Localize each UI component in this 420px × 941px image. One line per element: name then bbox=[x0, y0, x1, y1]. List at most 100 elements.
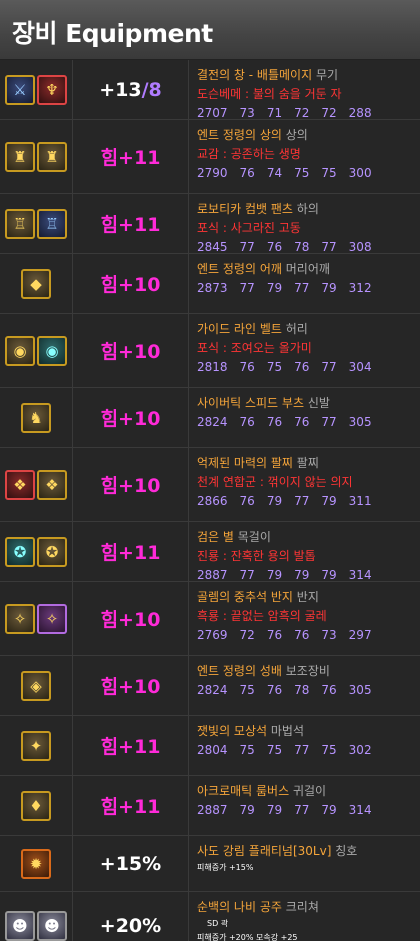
item-slot: 마법석 bbox=[270, 724, 305, 738]
equipment-row[interactable]: ✧ ✧ 힘+10 골렘의 중추석 반지 반지 흑룡 : 끝없는 암흑의 굴레 2769 72… bbox=[0, 582, 420, 656]
enhance-value: 힘+11 bbox=[100, 214, 161, 236]
equipment-row[interactable]: ✦ 힘+11 잿빛의 모상석 마법석 2804 75 75 77 75 302 bbox=[0, 716, 420, 776]
item-name[interactable]: 억제된 마력의 팔찌 bbox=[197, 456, 293, 470]
item-name[interactable]: 가이드 라인 벨트 bbox=[197, 322, 282, 336]
item-slot: 무기 bbox=[315, 68, 339, 82]
item-name[interactable]: 사도 강림 플래티넘[30Lv] bbox=[197, 844, 331, 858]
item-name[interactable]: 아크로매틱 룸버스 bbox=[197, 784, 289, 798]
item-stat-values: 2818 76 75 76 77 304 bbox=[197, 358, 420, 377]
top-armor-alt-icon[interactable]: ♜ bbox=[37, 141, 67, 172]
enhance-value: 힘+10 bbox=[100, 475, 161, 497]
item-name-line: 사이버틱 스피드 부츠 신발 bbox=[197, 394, 420, 413]
stat-value: 76 bbox=[266, 415, 283, 429]
item-name[interactable]: 잿빛의 모상석 bbox=[197, 724, 267, 738]
enhance-value: 힘+11 bbox=[100, 542, 161, 564]
item-name-line: 가이드 라인 벨트 허리 bbox=[197, 320, 420, 339]
equipment-row[interactable]: ♞ 힘+10 사이버틱 스피드 부츠 신발 2824 76 76 76 77 305 bbox=[0, 388, 420, 448]
item-slot: 머리어깨 bbox=[285, 262, 330, 276]
stat-value: 77 bbox=[239, 281, 255, 295]
enhance-stat: 힘+10 bbox=[73, 314, 189, 387]
equipment-row[interactable]: ◉ ◉ 힘+10 가이드 라인 벨트 허리 포식 : 조여오는 올가미 2818 76 75 7… bbox=[0, 314, 420, 388]
equipment-row[interactable]: ⚔ ♆ +13/8 결전의 창 - 배틀메이지 무기 도슨베메 : 불의 숨을 거둔 자… bbox=[0, 60, 420, 120]
enhance-stat: 힘+10 bbox=[73, 448, 189, 521]
item-name-line: 사도 강림 플래티넘[30Lv] 칭호 bbox=[197, 842, 420, 861]
weapon-shield-icon[interactable]: ⚔ bbox=[5, 74, 35, 105]
item-set-effect: 흑룡 : 끝없는 암흑의 굴레 bbox=[197, 609, 327, 623]
item-name[interactable]: 결전의 창 - 배틀메이지 bbox=[197, 68, 312, 82]
item-name[interactable]: 사이버틱 스피드 부츠 bbox=[197, 396, 304, 410]
amplify-value: /8 bbox=[141, 78, 162, 101]
shoulder-icon[interactable]: ◆ bbox=[21, 268, 51, 299]
enhance-stat: 힘+10 bbox=[73, 254, 189, 313]
item-slot: 칭호 bbox=[335, 844, 358, 858]
stat-value: 77 bbox=[321, 240, 337, 254]
ring-alt-icon[interactable]: ✧ bbox=[37, 603, 67, 634]
stat-value: 2804 bbox=[197, 743, 228, 757]
stat-value: 79 bbox=[239, 803, 255, 817]
stat-value: 311 bbox=[348, 494, 372, 508]
item-name[interactable]: 골렘의 중추석 반지 bbox=[197, 590, 293, 604]
stat-value: 79 bbox=[266, 494, 283, 508]
item-name-line: 엔트 정령의 성배 보조장비 bbox=[197, 662, 420, 681]
item-name[interactable]: 로보티카 컴뱃 팬츠 bbox=[197, 202, 293, 216]
title-effect: 피해증가 +15% bbox=[197, 863, 254, 872]
magic-stone-icon[interactable]: ✦ bbox=[21, 730, 51, 761]
item-slot: 보조장비 bbox=[285, 664, 330, 678]
enhance-stat: +13/8 bbox=[73, 60, 189, 119]
earring-icon[interactable]: ♦ bbox=[21, 790, 51, 821]
weapon-icon[interactable]: ♆ bbox=[37, 74, 67, 105]
stat-value: 76 bbox=[321, 683, 337, 697]
item-name-line: 엔트 정령의 어깨 머리어깨 bbox=[197, 260, 420, 279]
stat-value: 79 bbox=[321, 494, 337, 508]
enhance-value: 힘+11 bbox=[100, 796, 161, 818]
creature-alt-icon[interactable]: ☻ bbox=[37, 910, 67, 941]
bracelet-alt-icon[interactable]: ❖ bbox=[37, 469, 67, 500]
stat-value: 2873 bbox=[197, 281, 228, 295]
necklace-icon[interactable]: ✪ bbox=[5, 536, 35, 567]
pants-icon[interactable]: ♖ bbox=[5, 208, 35, 239]
equipment-row[interactable]: ◆ 힘+10 엔트 정령의 어깨 머리어깨 2873 77 79 77 79 312 bbox=[0, 254, 420, 314]
equipment-row[interactable]: ♜ ♜ 힘+11 엔트 정령의 상의 상의 교감 : 공존하는 생명 2790 76 74 75… bbox=[0, 120, 420, 194]
item-name-line: 아크로매틱 룸버스 귀걸이 bbox=[197, 782, 420, 801]
stat-value: 76 bbox=[294, 415, 310, 429]
stat-value: 78 bbox=[294, 240, 310, 254]
belt-alt-icon[interactable]: ◉ bbox=[37, 335, 67, 366]
stat-value: 77 bbox=[321, 360, 337, 374]
stat-value: 77 bbox=[294, 494, 310, 508]
item-slot: 크리쳐 bbox=[285, 900, 319, 914]
item-name[interactable]: 검은 별 bbox=[197, 530, 234, 544]
stat-value: 79 bbox=[321, 568, 337, 582]
item-name[interactable]: 엔트 정령의 상의 bbox=[197, 128, 282, 142]
stat-value: 79 bbox=[266, 568, 283, 582]
ring-icon[interactable]: ✧ bbox=[5, 603, 35, 634]
stat-value: 72 bbox=[239, 628, 255, 642]
item-icons: ⚔ ♆ bbox=[0, 60, 73, 119]
item-name[interactable]: 엔트 정령의 어깨 bbox=[197, 262, 282, 276]
equipment-row[interactable]: ❖ ❖ 힘+10 억제된 마력의 팔찌 팔찌 천계 연합군 : 꺾이지 않는 의지 286… bbox=[0, 448, 420, 522]
equipment-row[interactable]: ♖ ♖ 힘+11 로보티카 컴뱃 팬츠 하의 포식 : 사그라진 고동 2845 77 76 7… bbox=[0, 194, 420, 254]
sub-equipment-icon[interactable]: ◈ bbox=[21, 670, 51, 701]
enhance-stat: 힘+11 bbox=[73, 194, 189, 253]
item-name[interactable]: 순백의 나비 공주 bbox=[197, 900, 282, 914]
equipment-row[interactable]: ◈ 힘+10 엔트 정령의 성배 보조장비 2824 75 76 78 76 305 bbox=[0, 656, 420, 716]
bracelet-icon[interactable]: ❖ bbox=[5, 469, 35, 500]
creature-row[interactable]: ☻ ☻ +20% 순백의 나비 공주 크리쳐 SD 곽 피해증가 +20% 모속강 +25 bbox=[0, 892, 420, 941]
item-slot: 팔찌 bbox=[296, 456, 319, 470]
top-armor-icon[interactable]: ♜ bbox=[5, 141, 35, 172]
shoes-icon[interactable]: ♞ bbox=[21, 402, 51, 433]
item-icons: ♖ ♖ bbox=[0, 194, 73, 253]
belt-icon[interactable]: ◉ bbox=[5, 335, 35, 366]
item-icons: ❖ ❖ bbox=[0, 448, 73, 521]
stat-value: 78 bbox=[294, 683, 310, 697]
necklace-alt-icon[interactable]: ✪ bbox=[37, 536, 67, 567]
equipment-row[interactable]: ♦ 힘+11 아크로매틱 룸버스 귀걸이 2887 79 79 77 79 314 bbox=[0, 776, 420, 836]
creature-icon[interactable]: ☻ bbox=[5, 910, 35, 941]
title-row[interactable]: ✹ +15% 사도 강림 플래티넘[30Lv] 칭호피해증가 +15% bbox=[0, 836, 420, 892]
pants-alt-icon[interactable]: ♖ bbox=[37, 208, 67, 239]
title-badge-icon[interactable]: ✹ bbox=[21, 848, 51, 879]
equipment-row[interactable]: ✪ ✪ 힘+11 검은 별 목걸이 진룡 : 잔혹한 용의 발톱 2887 77 79 79 79… bbox=[0, 522, 420, 582]
item-name[interactable]: 엔트 정령의 성배 bbox=[197, 664, 282, 678]
item-info: 결전의 창 - 배틀메이지 무기 도슨베메 : 불의 숨을 거둔 자 2707 73 7… bbox=[197, 60, 420, 123]
title-stat: +15% bbox=[73, 836, 189, 891]
stat-value: 2818 bbox=[197, 360, 228, 374]
